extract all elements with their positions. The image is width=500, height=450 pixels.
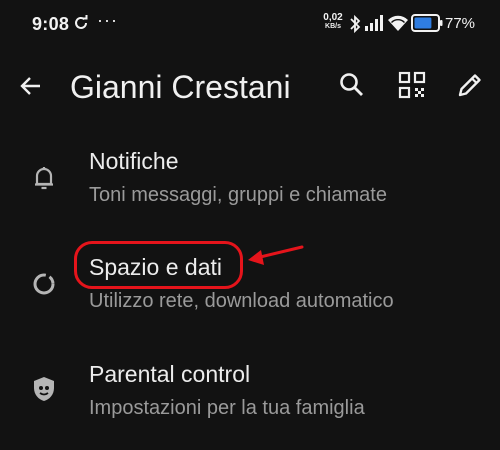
- annotation-highlight-box: [74, 241, 243, 289]
- status-time: 9:08: [32, 14, 70, 34]
- settings-item-parental-control[interactable]: Parental control Impostazioni per la tua…: [0, 350, 500, 450]
- settings-item-notifiche[interactable]: Notifiche Toni messaggi, gruppi e chiama…: [0, 136, 500, 236]
- sync-icon: [73, 15, 89, 36]
- back-arrow-icon[interactable]: [18, 73, 44, 104]
- settings-item-title: Notifiche: [89, 148, 179, 174]
- settings-item-subtitle: Toni messaggi, gruppi e chiamate: [89, 184, 387, 206]
- page-title: Gianni Crestani: [70, 69, 291, 105]
- qr-code-icon[interactable]: [398, 71, 426, 104]
- wifi-icon: [387, 14, 409, 37]
- bluetooth-icon: [349, 14, 361, 39]
- bell-icon: [30, 164, 58, 192]
- storage-ring-icon: [30, 270, 58, 298]
- signal-icon: [364, 14, 384, 37]
- net-speed-unit: KB/s: [325, 23, 341, 30]
- settings-item-subtitle: Utilizzo rete, download automatico: [89, 290, 394, 312]
- edit-pencil-icon[interactable]: [456, 71, 484, 104]
- settings-item-title: Parental control: [89, 361, 251, 387]
- search-icon[interactable]: [338, 71, 366, 104]
- app-bar: Gianni Crestani: [0, 55, 500, 117]
- settings-item-subtitle: Impostazioni per la tua famiglia: [89, 397, 365, 419]
- status-bar: 9:08 ··· 0,02 KB/s 77%: [0, 0, 500, 50]
- annotation-arrow: [244, 242, 306, 277]
- overflow-dots: ···: [97, 10, 118, 30]
- battery-percent: 77%: [445, 15, 476, 32]
- battery-icon: [411, 13, 443, 38]
- net-speed-value: 0,02: [323, 12, 343, 23]
- shield-face-icon: [30, 375, 58, 403]
- net-speed: 0,02 KB/s: [321, 13, 345, 31]
